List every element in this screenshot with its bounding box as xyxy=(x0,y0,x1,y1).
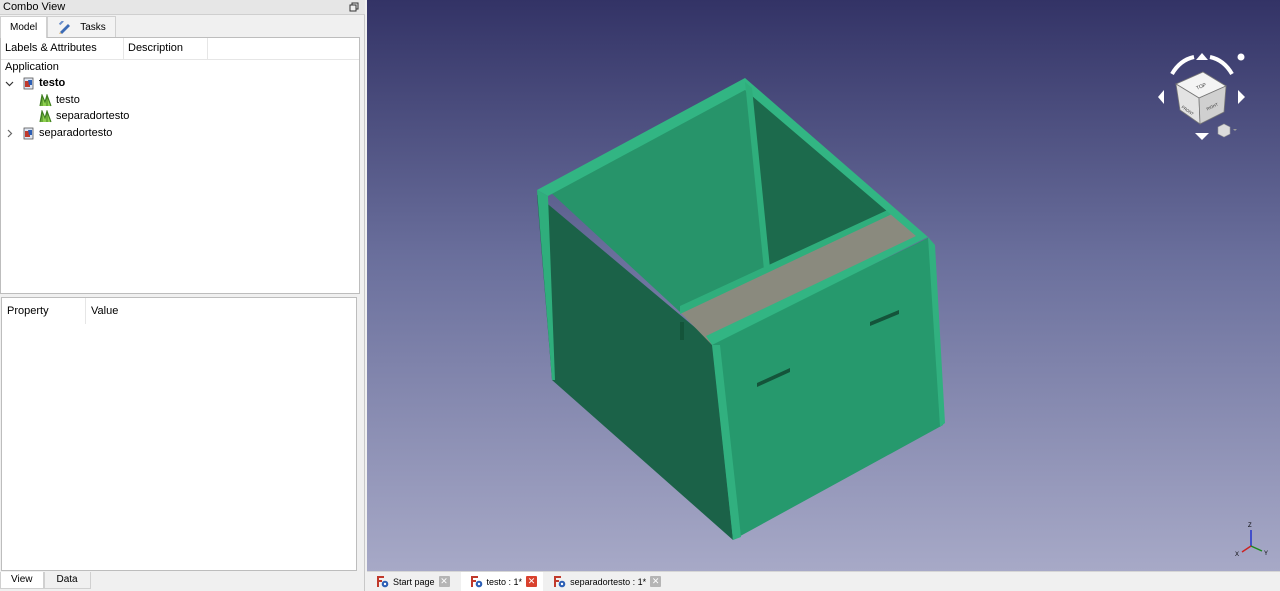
property-view-tabs: View Data xyxy=(0,572,91,589)
tab-tasks[interactable]: Tasks xyxy=(47,16,116,37)
tree-item-separadortesto-mesh[interactable]: separadortesto xyxy=(39,108,129,125)
tab-tasks-label: Tasks xyxy=(80,21,106,33)
nav-arrow-right-icon xyxy=(1238,90,1245,104)
property-column[interactable]: Property xyxy=(2,298,86,324)
freecad-document-icon xyxy=(23,77,34,90)
pencil-ruler-icon xyxy=(59,20,71,34)
close-icon[interactable]: ✕ xyxy=(526,576,538,587)
tree-item-label: separadortesto xyxy=(56,110,130,122)
doc-tab-start-page[interactable]: Start page ✕ xyxy=(370,572,456,591)
property-header: Property Value xyxy=(2,298,356,324)
view-menu-arrow-icon xyxy=(1233,129,1237,131)
tab-data[interactable]: Data xyxy=(43,572,91,589)
nav-arrow-up-icon xyxy=(1196,53,1208,60)
3d-scene[interactable]: TOP FRONT RIGHT Z Y X xyxy=(367,0,1280,571)
tree-item-label: separadortesto xyxy=(39,127,113,139)
doc-tab-label: separadortesto : 1* xyxy=(570,576,647,587)
tree-header: Labels & Attributes Description xyxy=(1,38,359,60)
float-panel-icon[interactable] xyxy=(349,2,359,12)
chevron-down-icon[interactable] xyxy=(5,79,14,88)
navigation-cube[interactable]: TOP FRONT RIGHT xyxy=(1158,53,1245,140)
slot-left xyxy=(680,322,684,340)
combo-view-tabs: Model Tasks xyxy=(0,16,116,38)
freecad-document-icon xyxy=(23,127,34,140)
doc-tab-label: Start page xyxy=(393,576,435,587)
freecad-icon xyxy=(470,576,482,588)
tree-item-label: testo xyxy=(56,94,80,106)
tree-item-testo-mesh[interactable]: testo xyxy=(39,92,80,109)
view-menu-cube-icon xyxy=(1217,123,1231,138)
axis-x-label: X xyxy=(1235,552,1239,558)
combo-view-title: Combo View xyxy=(0,0,365,15)
tree-item-separadortesto-document[interactable]: separadortesto xyxy=(5,125,112,142)
freecad-icon xyxy=(377,576,389,588)
nav-arrow-left-icon xyxy=(1158,90,1164,104)
mesh-icon xyxy=(39,94,52,107)
document-tabs: Start page ✕ testo : 1* ✕ separadortesto… xyxy=(367,571,1280,591)
combo-view-title-text: Combo View xyxy=(3,1,66,13)
3d-viewport[interactable]: TOP FRONT RIGHT Z Y X xyxy=(367,0,1280,571)
combo-view-panel: Combo View Model Tasks Labels & Attribut… xyxy=(0,0,365,591)
nav-arrow-down-icon xyxy=(1195,133,1209,140)
property-editor[interactable]: Property Value xyxy=(1,297,357,571)
doc-tab-separadortesto[interactable]: separadortesto : 1* ✕ xyxy=(547,572,667,591)
tree-item-label: testo xyxy=(39,77,66,89)
tree-root-application: Application xyxy=(5,59,59,76)
tree-item-testo-document[interactable]: testo xyxy=(5,75,65,92)
value-column[interactable]: Value xyxy=(86,298,206,324)
tree-column-description[interactable]: Description xyxy=(124,38,208,59)
application-label: Application xyxy=(5,61,59,73)
close-icon[interactable]: ✕ xyxy=(438,576,450,587)
doc-tab-testo[interactable]: testo : 1* ✕ xyxy=(460,572,544,591)
mesh-icon xyxy=(39,110,52,123)
tab-view[interactable]: View xyxy=(0,572,44,589)
axis-cross: Z Y X xyxy=(1235,523,1268,558)
tab-model[interactable]: Model xyxy=(0,16,48,38)
freecad-icon xyxy=(554,576,566,588)
nav-rotate-left-icon xyxy=(1170,55,1195,76)
chevron-right-icon[interactable] xyxy=(5,129,14,138)
model-tree[interactable]: Labels & Attributes Description Applicat… xyxy=(0,37,360,294)
nav-rotate-right-icon xyxy=(1209,55,1234,76)
axis-z-label: Z xyxy=(1248,523,1252,529)
tab-model-label: Model xyxy=(10,22,38,33)
doc-tab-label: testo : 1* xyxy=(486,576,523,587)
close-icon[interactable]: ✕ xyxy=(650,576,662,587)
tree-column-labels[interactable]: Labels & Attributes xyxy=(1,38,124,59)
nav-menu-icon xyxy=(1237,53,1245,61)
axis-y-label: Y xyxy=(1264,551,1268,557)
